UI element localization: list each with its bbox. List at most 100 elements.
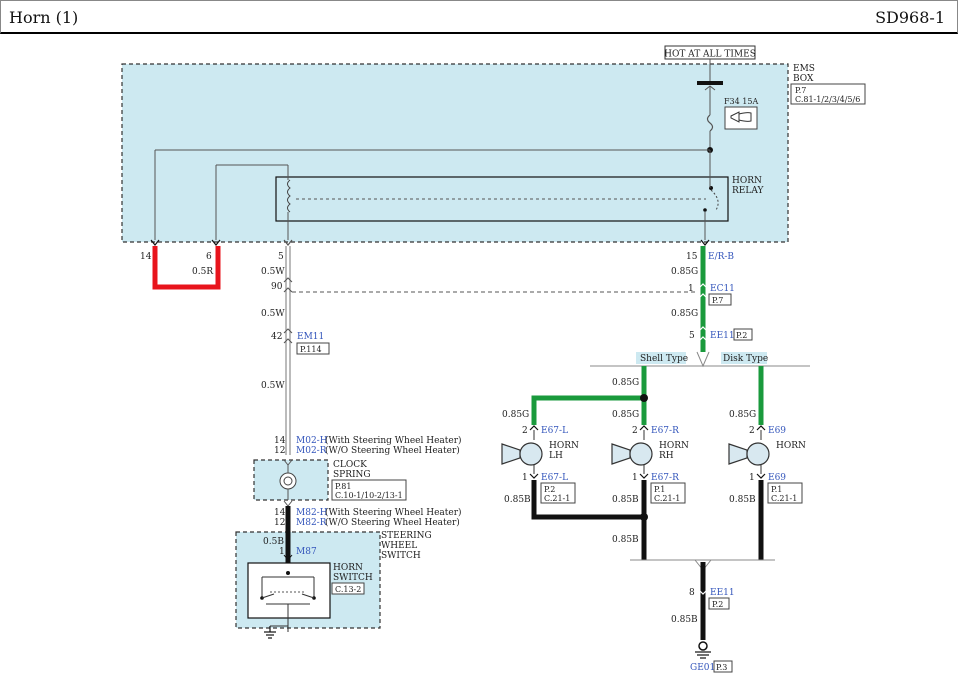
fuse-label: F34 15A	[724, 97, 758, 106]
steering-label-3: SWITCH	[381, 551, 421, 561]
m82r-desc: (W/O Steering Wheel Heater)	[325, 517, 460, 528]
ems-page: P.7	[795, 86, 806, 95]
wire-085g-3: 0.85G	[612, 378, 639, 388]
m02r-desc: (W/O Steering Wheel Heater)	[325, 445, 460, 456]
m02h-desc: (With Steering Wheel Heater)	[325, 435, 462, 446]
em11-link[interactable]: EM11	[297, 332, 324, 342]
horn-switch-box	[247, 562, 331, 619]
wire-085b-3: 0.85B	[729, 495, 756, 505]
horn-rh-page: P.1	[654, 485, 665, 494]
horn-lh-label-1: HORN	[549, 441, 579, 451]
ec11-page: P.7	[712, 296, 723, 305]
wire-085g-4: 0.85G	[502, 410, 529, 420]
pin-14: 14	[140, 252, 152, 262]
conn-14-m02: 14	[274, 436, 286, 446]
horn-disk-label: HORN	[776, 441, 806, 451]
m02r-link[interactable]: M02-R	[296, 446, 327, 456]
ems-box	[121, 63, 789, 243]
horn-disk-icon	[728, 442, 770, 466]
ee11-page: P.2	[736, 331, 747, 340]
m02h-link[interactable]: M02-H	[296, 436, 328, 446]
fuse-icon-box	[724, 106, 758, 130]
steering-label-2: WHEEL	[381, 541, 417, 551]
wire-05b: 0.5B	[263, 537, 284, 547]
wire-085b-1: 0.85B	[504, 495, 531, 505]
clock-spring-label-1: CLOCK	[333, 460, 367, 470]
wire-085g-2: 0.85G	[671, 309, 698, 319]
ee11b-page: P.2	[712, 600, 723, 609]
wire-085g-5: 0.85G	[612, 410, 639, 420]
hot-at-all-times-label: HOT AT ALL TIMES	[664, 50, 756, 60]
horn-switch-conn: C.13-2	[335, 585, 361, 594]
wiring-diagram: HOT AT ALL TIMES F34 15A EMS BOX P.7 C.8…	[121, 45, 866, 673]
wire-05r: 0.5R	[192, 267, 213, 277]
m82h-desc: (With Steering Wheel Heater)	[325, 507, 462, 518]
conn-2-lh: 2	[522, 426, 528, 436]
horn-rh-label-2: RH	[659, 451, 674, 461]
e69-link-bot[interactable]: E69	[768, 473, 786, 483]
horn-rh-label-1: HORN	[659, 441, 689, 451]
clock-spring-page: P.81	[335, 482, 351, 491]
pin-5: 5	[278, 252, 284, 262]
ems-label-2: BOX	[793, 74, 814, 84]
ground-ge01-icon	[695, 641, 711, 659]
wire-085b-4: 0.85B	[612, 535, 639, 545]
horn-relay-label-1: HORN	[732, 176, 762, 186]
horn-switch-label-1: HORN	[333, 563, 363, 573]
shell-type-label: Shell Type	[640, 354, 688, 364]
clock-spring-icon	[279, 472, 297, 490]
m87-link[interactable]: M87	[296, 547, 317, 557]
conn-8-ee11: 8	[689, 588, 695, 598]
clock-spring-conn: C.10-1/10-2/13-1	[335, 491, 403, 500]
wire-085g-1: 0.85G	[671, 267, 698, 277]
e67r-link-top[interactable]: E67-R	[651, 426, 679, 436]
ee11-link[interactable]: EE11	[710, 331, 735, 341]
conn-12-m02: 12	[274, 446, 285, 456]
e67l-link-top[interactable]: E67-L	[541, 426, 568, 436]
wire-085g-6: 0.85G	[729, 410, 756, 420]
ee11b-link[interactable]: EE11	[710, 588, 735, 598]
conn-14-m82: 14	[274, 508, 286, 518]
clock-spring-label-2: SPRING	[333, 470, 371, 480]
horn-rh-icon	[611, 442, 653, 466]
conn-1-disk: 1	[749, 473, 755, 483]
wire-erb: E/R-B	[708, 252, 734, 262]
ge01-page: P.3	[716, 663, 727, 672]
m82r-link[interactable]: M82-R	[296, 518, 327, 528]
wire-085b-5: 0.85B	[671, 615, 698, 625]
conn-1-lh: 1	[522, 473, 528, 483]
ems-label-1: EMS	[793, 64, 815, 74]
pin-6: 6	[206, 252, 212, 262]
wire-05w-2: 0.5W	[261, 309, 285, 319]
e67l-link-bot[interactable]: E67-L	[541, 473, 568, 483]
ge01-link[interactable]: GE01	[690, 663, 715, 673]
em11-page: P.114	[300, 345, 322, 354]
horn-relay-label-2: RELAY	[732, 186, 764, 196]
conn-2-rh: 2	[632, 426, 638, 436]
disk-type-label: Disk Type	[723, 354, 768, 364]
horn-lh-conn: C.21-1	[544, 494, 570, 503]
conn-12-m82: 12	[274, 518, 285, 528]
pin-15: 15	[686, 252, 698, 262]
conn-1-ec11: 1	[688, 284, 694, 294]
horn-lh-icon	[501, 442, 543, 466]
diagram-frame: Horn (1) SD968-1 HOT AT ALL TIMES F34 15…	[0, 0, 960, 690]
conn-90: 90	[271, 282, 283, 292]
e69-link-top[interactable]: E69	[768, 426, 786, 436]
wire-05w-3: 0.5W	[261, 381, 285, 391]
conn-42: 42	[271, 332, 282, 342]
ec11-link[interactable]: EC11	[710, 284, 735, 294]
steering-label-1: STEERING	[381, 531, 432, 541]
e67r-link-bot[interactable]: E67-R	[651, 473, 679, 483]
horn-rh-conn: C.21-1	[654, 494, 680, 503]
wire-085b-2: 0.85B	[612, 495, 639, 505]
conn-2-disk: 2	[749, 426, 755, 436]
ems-conn: C.81-1/2/3/4/5/6	[795, 95, 860, 104]
horn-disk-conn: C.21-1	[771, 494, 797, 503]
horn-lh-label-2: LH	[549, 451, 563, 461]
horn-lh-page: P.2	[544, 485, 555, 494]
horn-disk-page: P.1	[771, 485, 782, 494]
horn-switch-label-2: SWITCH	[333, 573, 373, 583]
m82h-link[interactable]: M82-H	[296, 508, 328, 518]
wire-05w-1: 0.5W	[261, 267, 285, 277]
